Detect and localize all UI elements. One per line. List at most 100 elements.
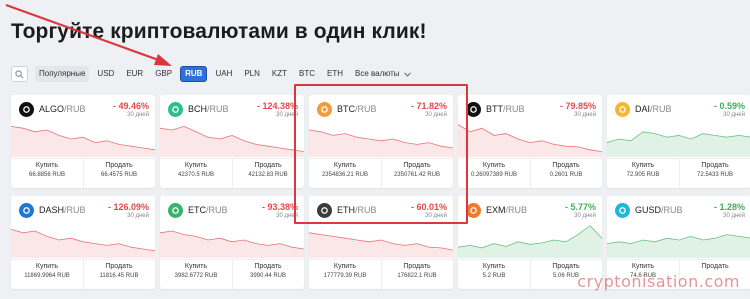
coin-symbol: GUSD: [635, 205, 662, 215]
coin-symbol: ETH: [337, 205, 355, 215]
coin-pair: ALGO/RUB: [39, 104, 86, 114]
coin-card-etc[interactable]: ETC/RUB - 93.38% 30 дней Купить 3982.6772 RU…: [160, 196, 304, 289]
buy-price: 2354836.21 RUB: [321, 172, 369, 178]
btt-icon: [466, 102, 481, 117]
coin-quote: /RUB: [206, 205, 228, 215]
coin-pair: EXM/RUB: [486, 205, 527, 215]
buy-price: 5.2 RUB: [482, 273, 506, 279]
coin-card-dash[interactable]: DASH/RUB - 126.09% 30 дней Купить 11869.9964…: [11, 196, 155, 289]
change-period: 30 дней: [127, 213, 149, 219]
exm-icon: [466, 203, 481, 218]
sparkline-chart: [458, 225, 602, 258]
coin-symbol: BCH: [188, 104, 208, 114]
change-period: 30 дней: [127, 112, 149, 118]
sparkline-chart: [160, 125, 304, 157]
coin-symbol: ETC: [188, 205, 206, 215]
price-change: - 60.01%: [410, 202, 447, 212]
dash-icon: [19, 203, 34, 218]
coin-quote: /RUB: [661, 205, 683, 215]
buy-price: 177779.39 RUB: [323, 273, 367, 279]
buy-price: 11869.9964 RUB: [24, 273, 70, 279]
sell-price: 0.2601 RUB: [549, 172, 583, 178]
buy-label: Купить: [631, 162, 655, 169]
sell-price: 42132.83 RUB: [248, 172, 288, 178]
change-period: 30 дней: [276, 112, 298, 118]
buy-price: 3982.6772 RUB: [174, 273, 218, 279]
buy-price: 72.905 RUB: [626, 172, 660, 178]
coin-card-algo[interactable]: ALGO/RUB - 49.46% 30 дней Купить 66.8856 RUB…: [11, 95, 155, 188]
sell-button[interactable]: Продать 72.5433 RUB: [679, 161, 750, 180]
coin-quote: /RUB: [650, 104, 672, 114]
sell-button[interactable]: Продать 3990.44 RUB: [232, 262, 304, 281]
coin-card-bch[interactable]: BCH/RUB - 124.38% 30 дней Купить 42370.5 RUB…: [160, 95, 304, 188]
buy-button[interactable]: Купить 66.8856 RUB: [11, 161, 83, 180]
coin-card-btt[interactable]: BTT/RUB - 79.85% 30 дней Купить 0.26097389 R…: [458, 95, 602, 188]
coin-card-dai[interactable]: DAI/RUB - 0.59% 30 дней Купить 72.905 RUB Про…: [607, 95, 750, 188]
sell-button[interactable]: Продать 176822.1 RUB: [381, 262, 453, 281]
sell-price: 2350761.42 RUB: [393, 172, 441, 178]
cards-grid: ALGO/RUB - 49.46% 30 дней Купить 66.8856 RUB…: [0, 0, 750, 299]
sparkline-area: [458, 225, 602, 258]
price-change: - 126.09%: [107, 202, 149, 212]
coin-card-btc[interactable]: BTC/RUB - 71.82% 30 дней Купить 2354836.21 R…: [309, 95, 453, 188]
change-period: 30 дней: [425, 112, 447, 118]
sell-price: 66.4575 RUB: [100, 172, 138, 178]
sparkline-chart: [458, 124, 602, 157]
sparkline-area: [458, 124, 602, 157]
buy-button[interactable]: Купить 5.2 RUB: [458, 262, 530, 281]
btc-icon: [317, 102, 332, 117]
eth-icon: [317, 203, 332, 218]
coin-symbol: EXM: [486, 205, 506, 215]
sell-button[interactable]: Продать 0.2601 RUB: [530, 161, 602, 180]
sparkline-chart: [11, 228, 155, 258]
coin-pair: BTC/RUB: [337, 104, 377, 114]
bch-icon: [168, 102, 183, 117]
buy-button[interactable]: Купить 0.26097389 RUB: [458, 161, 530, 180]
sparkline-area: [11, 229, 155, 258]
dai-icon: [615, 102, 630, 117]
sparkline-chart: [160, 230, 304, 258]
buy-button[interactable]: Купить 72.905 RUB: [607, 161, 679, 180]
coin-pair: ETH/RUB: [337, 205, 377, 215]
sparkline-chart: [309, 232, 453, 258]
buy-label: Купить: [35, 263, 59, 270]
sell-label: Продать: [254, 263, 282, 270]
buy-price: 42370.5 RUB: [177, 172, 215, 178]
sparkline-area: [309, 232, 453, 258]
buy-price: 66.8856 RUB: [28, 172, 66, 178]
buy-label: Купить: [35, 162, 59, 169]
coin-pair: BTT/RUB: [486, 104, 525, 114]
sell-button[interactable]: Продать 42132.83 RUB: [232, 161, 304, 180]
buy-button[interactable]: Купить 11869.9964 RUB: [11, 262, 83, 281]
buy-button[interactable]: Купить 3982.6772 RUB: [160, 262, 232, 281]
coin-symbol: BTC: [337, 104, 355, 114]
price-change: - 79.85%: [559, 101, 596, 111]
sell-button[interactable]: Продать 66.4575 RUB: [83, 161, 155, 180]
buy-button[interactable]: Купить 2354836.21 RUB: [309, 161, 381, 180]
buy-label: Купить: [184, 162, 208, 169]
price-change: - 93.38%: [261, 202, 298, 212]
sell-button[interactable]: Продать 11816.45 RUB: [83, 262, 155, 281]
price-change: - 5.77%: [564, 202, 596, 212]
sell-label: Продать: [403, 263, 431, 270]
sell-label: Продать: [105, 162, 133, 169]
sparkline-area: [160, 126, 304, 157]
sell-price: 72.5433 RUB: [696, 172, 734, 178]
coin-quote: /RUB: [355, 104, 377, 114]
coin-quote: /RUB: [503, 104, 525, 114]
etc-icon: [168, 203, 183, 218]
change-period: 30 дней: [723, 213, 745, 219]
change-period: 30 дней: [574, 112, 596, 118]
sell-button[interactable]: Продать: [679, 262, 750, 272]
coin-card-eth[interactable]: ETH/RUB - 60.01% 30 дней Купить 177779.39 RU…: [309, 196, 453, 289]
buy-button[interactable]: Купить 177779.39 RUB: [309, 262, 381, 281]
coin-pair: DASH/RUB: [39, 205, 86, 215]
buy-button[interactable]: Купить 42370.5 RUB: [160, 161, 232, 180]
coin-quote: /RUB: [207, 104, 229, 114]
coin-symbol: DAI: [635, 104, 651, 114]
coin-symbol: ALGO: [39, 104, 65, 114]
buy-label: Купить: [482, 263, 506, 270]
price-change: - 1.28%: [713, 202, 745, 212]
coin-quote: /RUB: [505, 205, 528, 215]
sell-button[interactable]: Продать 2350761.42 RUB: [381, 161, 453, 180]
